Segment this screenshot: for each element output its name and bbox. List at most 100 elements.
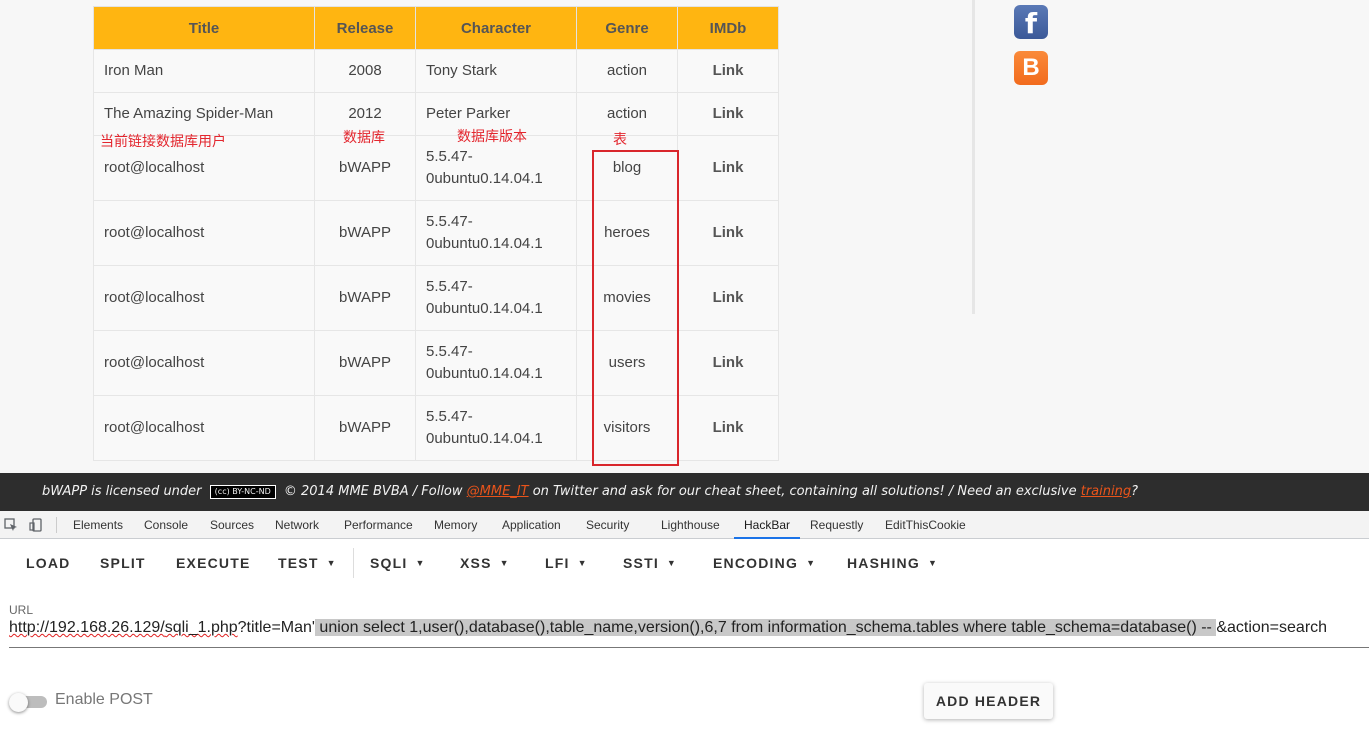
twitter-handle-link[interactable]: @MME_IT [467, 484, 529, 499]
imdb-link[interactable]: Link [677, 92, 779, 136]
tab-requestly[interactable]: Requestly [810, 511, 863, 539]
header-genre: Genre [576, 6, 678, 50]
bwapp-footer: bWAPP is licensed under (cc) BY-NC-ND © … [0, 473, 1369, 511]
cell-title: The Amazing Spider-Man [93, 92, 315, 136]
caret-down-icon: ▼ [326, 558, 337, 568]
tab-memory[interactable]: Memory [434, 511, 477, 539]
tab-lighthouse[interactable]: Lighthouse [661, 511, 720, 539]
caret-down-icon: ▼ [577, 558, 588, 568]
bwapp-page: Title Release Character Genre IMDb Iron … [0, 0, 1369, 473]
footer-license-text: bWAPP is licensed under [42, 484, 202, 499]
add-header-button[interactable]: ADD HEADER [924, 683, 1053, 719]
table-row: Iron Man 2008 Tony Stark action Link [93, 49, 779, 93]
inspect-element-icon[interactable] [4, 518, 18, 532]
xss-menu-button[interactable]: XSS ▼ [460, 540, 510, 586]
training-link[interactable]: training [1081, 484, 1131, 499]
imdb-link[interactable]: Link [677, 395, 779, 461]
sqli-menu-button[interactable]: SQLI ▼ [370, 540, 426, 586]
execute-button[interactable]: EXECUTE [176, 540, 251, 586]
cell-title: root@localhost [93, 330, 315, 396]
devtools-separator [56, 517, 57, 533]
cell-release: bWAPP [314, 200, 416, 266]
encoding-menu-label: ENCODING [713, 555, 799, 571]
test-menu-button[interactable]: TEST ▼ [278, 540, 337, 586]
enable-post-label: Enable POST [55, 691, 153, 708]
header-release: Release [314, 6, 416, 50]
tab-editthiscookie[interactable]: EditThisCookie [885, 511, 966, 539]
header-character: Character [415, 6, 577, 50]
table-header-row: Title Release Character Genre IMDb [93, 6, 779, 50]
cell-release: bWAPP [314, 265, 416, 331]
header-title: Title [93, 6, 315, 50]
cell-character: 5.5.47-0ubuntu0.14.04.1 [415, 330, 577, 396]
hackbar-url-area: URL http://192.168.26.129/sqli_1.php?tit… [0, 586, 1369, 748]
tab-security[interactable]: Security [586, 511, 629, 539]
url-selected-payload: union select 1,user(),database(),table_n… [314, 619, 1217, 636]
tables-highlight-box [592, 150, 679, 466]
url-host: http://192.168.26.129/ [9, 619, 165, 636]
tab-sources[interactable]: Sources [210, 511, 254, 539]
cell-release: bWAPP [314, 395, 416, 461]
cell-character: 5.5.47-0ubuntu0.14.04.1 [415, 200, 577, 266]
cell-character: Tony Stark [415, 49, 577, 93]
annotation-database: 数据库 [343, 129, 385, 145]
url-input[interactable]: http://192.168.26.129/sqli_1.php?title=M… [9, 619, 1327, 637]
hashing-menu-button[interactable]: HASHING ▼ [847, 540, 938, 586]
cell-release: 2008 [314, 49, 416, 93]
cell-genre: action [576, 92, 678, 136]
cell-character: 5.5.47-0ubuntu0.14.04.1 [415, 265, 577, 331]
cell-title: root@localhost [93, 265, 315, 331]
toolbar-divider [353, 548, 354, 578]
cell-release: bWAPP [314, 330, 416, 396]
imdb-link[interactable]: Link [677, 200, 779, 266]
header-imdb: IMDb [677, 6, 779, 50]
cc-license-badge[interactable]: (cc) BY-NC-ND [209, 484, 276, 499]
cell-character: 5.5.47-0ubuntu0.14.04.1 [415, 395, 577, 461]
url-file: sqli_1.php [164, 619, 238, 636]
xss-menu-label: XSS [460, 555, 492, 571]
imdb-link[interactable]: Link [677, 265, 779, 331]
imdb-link[interactable]: Link [677, 135, 779, 201]
encoding-menu-button[interactable]: ENCODING ▼ [713, 540, 816, 586]
facebook-icon[interactable]: f [1014, 5, 1048, 40]
annotation-current-user: 当前链接数据库用户 [100, 133, 226, 149]
tab-application[interactable]: Application [502, 511, 561, 539]
caret-down-icon: ▼ [806, 558, 817, 568]
device-toolbar-icon[interactable] [29, 518, 43, 532]
load-button[interactable]: LOAD [26, 540, 70, 586]
url-query: ?title=Man' [237, 619, 315, 636]
enable-post-toggle[interactable] [9, 693, 47, 712]
table-row: The Amazing Spider-Man 2012 Peter Parker… [93, 92, 779, 136]
imdb-link[interactable]: Link [677, 49, 779, 93]
blogger-icon[interactable]: B [1014, 51, 1048, 85]
ssti-menu-label: SSTI [623, 555, 659, 571]
tab-console[interactable]: Console [144, 511, 188, 539]
hackbar-toolbar: LOAD SPLIT EXECUTE TEST ▼ SQLI ▼ XSS ▼ LFI ▼… [0, 540, 1369, 586]
toggle-knob [9, 693, 28, 712]
url-tail: &action=search [1216, 619, 1328, 636]
sqli-menu-label: SQLI [370, 555, 408, 571]
tab-elements[interactable]: Elements [73, 511, 123, 539]
sidebar-border [972, 0, 975, 314]
footer-copyright-text: © 2014 MME BVBA / Follow [283, 484, 463, 499]
caret-down-icon: ▼ [415, 558, 426, 568]
caret-down-icon: ▼ [499, 558, 510, 568]
split-button[interactable]: SPLIT [100, 540, 146, 586]
lfi-menu-button[interactable]: LFI ▼ [545, 540, 588, 586]
cell-title: root@localhost [93, 200, 315, 266]
cell-title: Iron Man [93, 49, 315, 93]
lfi-menu-label: LFI [545, 555, 570, 571]
hashing-menu-label: HASHING [847, 555, 920, 571]
footer-cheat-sheet-text: on Twitter and ask for our cheat sheet, … [532, 484, 1077, 499]
tab-network[interactable]: Network [275, 511, 319, 539]
imdb-link[interactable]: Link [677, 330, 779, 396]
footer-question-mark: ? [1131, 484, 1139, 499]
url-label: URL [9, 603, 34, 617]
devtools-tab-bar: Elements Console Sources Network Perform… [0, 511, 1369, 539]
tab-hackbar[interactable]: HackBar [734, 511, 801, 539]
annotation-db-version: 数据库版本 [457, 128, 527, 144]
cell-title: root@localhost [93, 395, 315, 461]
caret-down-icon: ▼ [927, 558, 939, 568]
ssti-menu-button[interactable]: SSTI ▼ [623, 540, 677, 586]
tab-performance[interactable]: Performance [344, 511, 413, 539]
